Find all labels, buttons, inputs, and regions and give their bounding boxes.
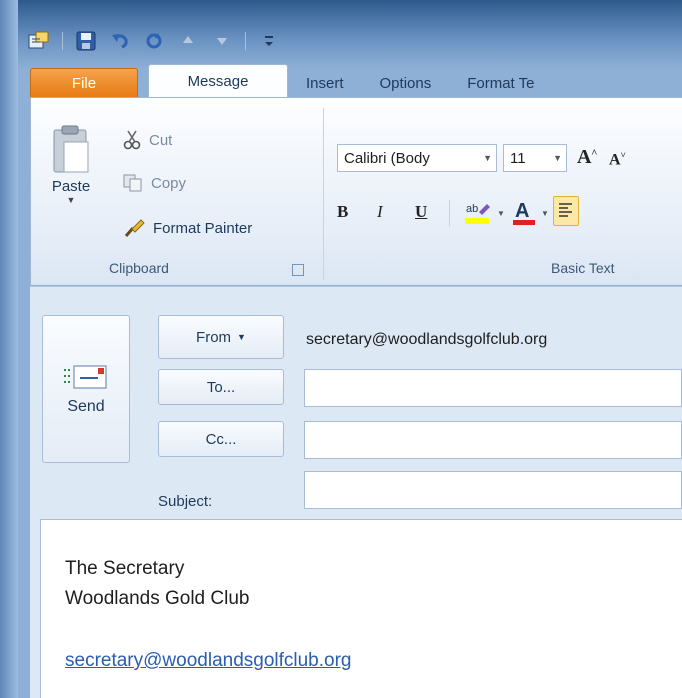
svg-text:A: A (515, 200, 529, 222)
clipboard-group-label: Clipboard (109, 260, 169, 276)
chevron-down-icon: ▼ (541, 208, 549, 218)
save-icon[interactable] (75, 30, 97, 52)
chevron-down-icon: ▼ (66, 195, 76, 205)
ribbon-tabs: File Message Insert Options Format Te (30, 64, 552, 98)
send-label: Send (67, 398, 105, 415)
italic-button[interactable]: I (377, 202, 383, 222)
copy-icon (123, 174, 142, 192)
underline-button[interactable]: U (415, 202, 427, 222)
outlook-icon[interactable] (28, 30, 50, 52)
shrink-font-button[interactable]: A˅ (609, 150, 626, 169)
redo-icon[interactable] (143, 30, 165, 52)
qat-separator (62, 32, 63, 50)
copy-button[interactable]: Copy (123, 174, 186, 192)
highlight-button[interactable]: ab ▼ (463, 198, 505, 228)
cut-button[interactable]: Cut (123, 130, 172, 150)
ribbon: Paste ▼ Cut Copy Format Painter Clipboar… (30, 97, 682, 285)
cc-label: Cc... (205, 430, 237, 448)
grow-font-button[interactable]: A˄ (577, 146, 597, 169)
chevron-down-icon: ▼ (553, 153, 562, 163)
scissors-icon (123, 130, 141, 150)
from-button[interactable]: From ▼ (158, 315, 284, 359)
tab-message[interactable]: Message (148, 64, 288, 98)
subject-label: Subject: (158, 493, 213, 510)
send-button[interactable]: Send (42, 315, 130, 463)
to-field[interactable] (304, 369, 682, 407)
clipboard-icon (53, 125, 89, 173)
cut-label: Cut (149, 131, 173, 149)
from-address: secretary@woodlandsgolfclub.org (306, 331, 548, 348)
paste-label: Paste (51, 178, 91, 195)
qat-separator-2 (245, 32, 246, 50)
basic-text-group-label: Basic Text (551, 260, 615, 276)
up-arrow-icon[interactable] (177, 30, 199, 52)
compose-area: Send From ▼ secretary@woodlandsgolfclub.… (30, 286, 682, 698)
body-email-link[interactable]: secretary@woodlandsgolfclub.org (65, 650, 352, 672)
paintbrush-icon (124, 219, 145, 237)
align-left-icon (559, 203, 572, 217)
body-line-2: Woodlands Gold Club (65, 588, 250, 609)
chevron-down-icon: ▼ (483, 153, 492, 163)
font-color-icon: A (513, 200, 535, 225)
format-painter-label: Format Painter (153, 219, 253, 237)
to-label: To... (206, 378, 236, 396)
subject-field[interactable] (304, 471, 682, 509)
tab-file[interactable]: File (30, 68, 138, 98)
customize-icon[interactable] (258, 30, 280, 52)
chevron-down-icon: ▼ (497, 208, 505, 218)
body-line-1: The Secretary (65, 558, 185, 579)
from-label: From (196, 328, 232, 346)
align-left-button[interactable] (553, 196, 579, 226)
format-painter-button[interactable]: Format Painter (123, 218, 252, 238)
group-separator (323, 108, 324, 280)
undo-icon[interactable] (109, 30, 131, 52)
cc-field[interactable] (304, 421, 682, 459)
font-name-value: Calibri (Body (344, 149, 430, 167)
tab-format-text[interactable]: Format Te (449, 68, 552, 98)
font-size-value: 11 (510, 149, 526, 167)
paste-button[interactable]: Paste ▼ (43, 124, 99, 224)
cc-button[interactable]: Cc... (158, 421, 284, 457)
bold-button[interactable]: B (337, 202, 348, 222)
highlighter-icon: ab (465, 203, 490, 224)
font-color-button[interactable]: A ▼ (511, 198, 549, 228)
separator (449, 200, 450, 226)
tab-insert[interactable]: Insert (288, 68, 362, 98)
tab-options[interactable]: Options (362, 68, 450, 98)
svg-text:ab: ab (466, 203, 478, 215)
quick-access-toolbar (28, 28, 280, 54)
font-size-select[interactable]: 11 ▼ (503, 144, 567, 172)
dialog-launcher-icon[interactable] (292, 264, 304, 276)
chevron-down-icon: ▼ (237, 332, 246, 342)
to-button[interactable]: To... (158, 369, 284, 405)
window-left-edge (0, 0, 18, 698)
message-body[interactable]: The Secretary Woodlands Gold Club secret… (40, 519, 682, 698)
down-arrow-icon[interactable] (211, 30, 233, 52)
font-name-select[interactable]: Calibri (Body ▼ (337, 144, 497, 172)
envelope-icon (64, 365, 107, 389)
copy-label: Copy (151, 174, 187, 192)
